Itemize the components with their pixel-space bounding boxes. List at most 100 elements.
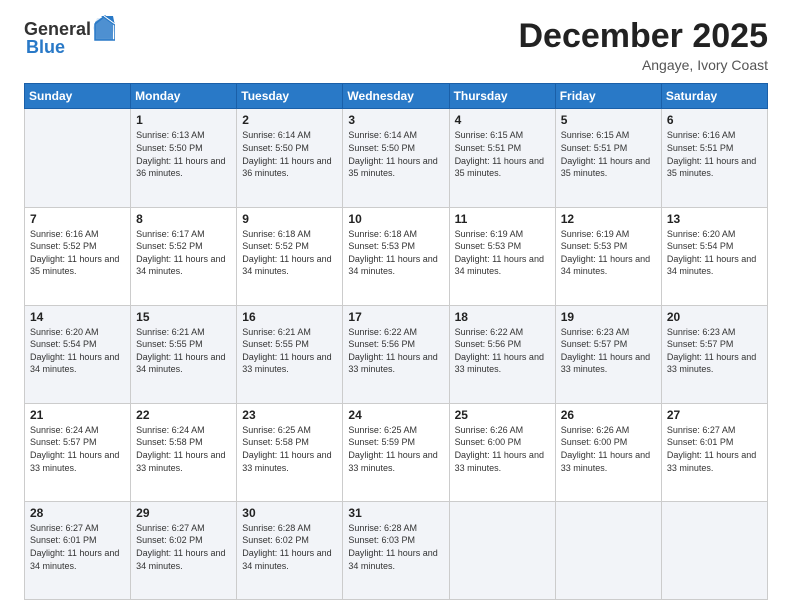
day-number: 31 bbox=[348, 506, 443, 520]
calendar-week-row: 21 Sunrise: 6:24 AM Sunset: 5:57 PM Dayl… bbox=[25, 403, 768, 501]
daylight-text: Daylight: 11 hours and 34 minutes. bbox=[242, 254, 331, 277]
day-info: Sunrise: 6:21 AM Sunset: 5:55 PM Dayligh… bbox=[136, 326, 231, 376]
table-row: 13 Sunrise: 6:20 AM Sunset: 5:54 PM Dayl… bbox=[661, 207, 767, 305]
daylight-text: Daylight: 11 hours and 35 minutes. bbox=[667, 156, 756, 179]
table-row: 31 Sunrise: 6:28 AM Sunset: 6:03 PM Dayl… bbox=[343, 501, 449, 599]
day-number: 22 bbox=[136, 408, 231, 422]
daylight-text: Daylight: 11 hours and 34 minutes. bbox=[455, 254, 544, 277]
sunset-text: Sunset: 5:54 PM bbox=[667, 241, 734, 251]
logo-icon bbox=[93, 14, 115, 42]
daylight-text: Daylight: 11 hours and 33 minutes. bbox=[561, 450, 650, 473]
daylight-text: Daylight: 11 hours and 33 minutes. bbox=[667, 352, 756, 375]
sunrise-text: Sunrise: 6:28 AM bbox=[348, 523, 417, 533]
day-number: 17 bbox=[348, 310, 443, 324]
header-monday: Monday bbox=[131, 84, 237, 109]
daylight-text: Daylight: 11 hours and 35 minutes. bbox=[455, 156, 544, 179]
header-friday: Friday bbox=[555, 84, 661, 109]
sunrise-text: Sunrise: 6:24 AM bbox=[30, 425, 99, 435]
day-number: 29 bbox=[136, 506, 231, 520]
table-row: 19 Sunrise: 6:23 AM Sunset: 5:57 PM Dayl… bbox=[555, 305, 661, 403]
sunrise-text: Sunrise: 6:27 AM bbox=[136, 523, 205, 533]
sunrise-text: Sunrise: 6:15 AM bbox=[455, 130, 524, 140]
day-number: 26 bbox=[561, 408, 656, 422]
sunset-text: Sunset: 5:57 PM bbox=[667, 339, 734, 349]
daylight-text: Daylight: 11 hours and 36 minutes. bbox=[136, 156, 225, 179]
sunrise-text: Sunrise: 6:23 AM bbox=[667, 327, 736, 337]
table-row: 2 Sunrise: 6:14 AM Sunset: 5:50 PM Dayli… bbox=[237, 109, 343, 207]
day-info: Sunrise: 6:14 AM Sunset: 5:50 PM Dayligh… bbox=[242, 129, 337, 179]
logo-blue: Blue bbox=[26, 38, 65, 58]
table-row: 5 Sunrise: 6:15 AM Sunset: 5:51 PM Dayli… bbox=[555, 109, 661, 207]
day-number: 5 bbox=[561, 113, 656, 127]
sunrise-text: Sunrise: 6:23 AM bbox=[561, 327, 630, 337]
daylight-text: Daylight: 11 hours and 35 minutes. bbox=[561, 156, 650, 179]
sunset-text: Sunset: 5:52 PM bbox=[30, 241, 97, 251]
calendar: Sunday Monday Tuesday Wednesday Thursday… bbox=[24, 83, 768, 600]
table-row: 12 Sunrise: 6:19 AM Sunset: 5:53 PM Dayl… bbox=[555, 207, 661, 305]
sunset-text: Sunset: 5:57 PM bbox=[561, 339, 628, 349]
calendar-week-row: 14 Sunrise: 6:20 AM Sunset: 5:54 PM Dayl… bbox=[25, 305, 768, 403]
sunset-text: Sunset: 5:50 PM bbox=[136, 143, 203, 153]
sunset-text: Sunset: 5:51 PM bbox=[561, 143, 628, 153]
sunrise-text: Sunrise: 6:27 AM bbox=[667, 425, 736, 435]
sunrise-text: Sunrise: 6:24 AM bbox=[136, 425, 205, 435]
header-sunday: Sunday bbox=[25, 84, 131, 109]
sunset-text: Sunset: 5:56 PM bbox=[348, 339, 415, 349]
sunrise-text: Sunrise: 6:13 AM bbox=[136, 130, 205, 140]
header-wednesday: Wednesday bbox=[343, 84, 449, 109]
sunset-text: Sunset: 5:51 PM bbox=[667, 143, 734, 153]
table-row: 29 Sunrise: 6:27 AM Sunset: 6:02 PM Dayl… bbox=[131, 501, 237, 599]
sunset-text: Sunset: 5:55 PM bbox=[136, 339, 203, 349]
day-number: 14 bbox=[30, 310, 125, 324]
sunrise-text: Sunrise: 6:20 AM bbox=[30, 327, 99, 337]
day-info: Sunrise: 6:26 AM Sunset: 6:00 PM Dayligh… bbox=[561, 424, 656, 474]
day-number: 28 bbox=[30, 506, 125, 520]
daylight-text: Daylight: 11 hours and 33 minutes. bbox=[667, 450, 756, 473]
table-row: 3 Sunrise: 6:14 AM Sunset: 5:50 PM Dayli… bbox=[343, 109, 449, 207]
daylight-text: Daylight: 11 hours and 33 minutes. bbox=[348, 352, 437, 375]
sunset-text: Sunset: 5:58 PM bbox=[136, 437, 203, 447]
daylight-text: Daylight: 11 hours and 33 minutes. bbox=[242, 352, 331, 375]
table-row: 24 Sunrise: 6:25 AM Sunset: 5:59 PM Dayl… bbox=[343, 403, 449, 501]
daylight-text: Daylight: 11 hours and 34 minutes. bbox=[136, 254, 225, 277]
day-number: 20 bbox=[667, 310, 762, 324]
table-row: 15 Sunrise: 6:21 AM Sunset: 5:55 PM Dayl… bbox=[131, 305, 237, 403]
sunrise-text: Sunrise: 6:22 AM bbox=[455, 327, 524, 337]
sunrise-text: Sunrise: 6:22 AM bbox=[348, 327, 417, 337]
sunset-text: Sunset: 6:01 PM bbox=[30, 535, 97, 545]
day-number: 10 bbox=[348, 212, 443, 226]
table-row: 23 Sunrise: 6:25 AM Sunset: 5:58 PM Dayl… bbox=[237, 403, 343, 501]
table-row: 10 Sunrise: 6:18 AM Sunset: 5:53 PM Dayl… bbox=[343, 207, 449, 305]
table-row: 7 Sunrise: 6:16 AM Sunset: 5:52 PM Dayli… bbox=[25, 207, 131, 305]
day-info: Sunrise: 6:19 AM Sunset: 5:53 PM Dayligh… bbox=[455, 228, 550, 278]
location: Angaye, Ivory Coast bbox=[518, 57, 768, 73]
table-row: 16 Sunrise: 6:21 AM Sunset: 5:55 PM Dayl… bbox=[237, 305, 343, 403]
daylight-text: Daylight: 11 hours and 35 minutes. bbox=[348, 156, 437, 179]
day-info: Sunrise: 6:24 AM Sunset: 5:57 PM Dayligh… bbox=[30, 424, 125, 474]
day-info: Sunrise: 6:28 AM Sunset: 6:03 PM Dayligh… bbox=[348, 522, 443, 572]
sunrise-text: Sunrise: 6:21 AM bbox=[136, 327, 205, 337]
day-number: 30 bbox=[242, 506, 337, 520]
table-row: 8 Sunrise: 6:17 AM Sunset: 5:52 PM Dayli… bbox=[131, 207, 237, 305]
day-number: 23 bbox=[242, 408, 337, 422]
sunrise-text: Sunrise: 6:16 AM bbox=[667, 130, 736, 140]
day-number: 4 bbox=[455, 113, 550, 127]
sunset-text: Sunset: 6:02 PM bbox=[242, 535, 309, 545]
header-tuesday: Tuesday bbox=[237, 84, 343, 109]
daylight-text: Daylight: 11 hours and 33 minutes. bbox=[136, 450, 225, 473]
day-number: 19 bbox=[561, 310, 656, 324]
sunset-text: Sunset: 5:59 PM bbox=[348, 437, 415, 447]
sunset-text: Sunset: 6:01 PM bbox=[667, 437, 734, 447]
day-info: Sunrise: 6:19 AM Sunset: 5:53 PM Dayligh… bbox=[561, 228, 656, 278]
day-number: 27 bbox=[667, 408, 762, 422]
day-info: Sunrise: 6:28 AM Sunset: 6:02 PM Dayligh… bbox=[242, 522, 337, 572]
day-info: Sunrise: 6:18 AM Sunset: 5:52 PM Dayligh… bbox=[242, 228, 337, 278]
table-row bbox=[661, 501, 767, 599]
table-row bbox=[25, 109, 131, 207]
title-block: December 2025 Angaye, Ivory Coast bbox=[518, 18, 768, 73]
day-info: Sunrise: 6:20 AM Sunset: 5:54 PM Dayligh… bbox=[30, 326, 125, 376]
daylight-text: Daylight: 11 hours and 34 minutes. bbox=[667, 254, 756, 277]
sunset-text: Sunset: 6:00 PM bbox=[561, 437, 628, 447]
sunrise-text: Sunrise: 6:16 AM bbox=[30, 229, 99, 239]
table-row: 6 Sunrise: 6:16 AM Sunset: 5:51 PM Dayli… bbox=[661, 109, 767, 207]
